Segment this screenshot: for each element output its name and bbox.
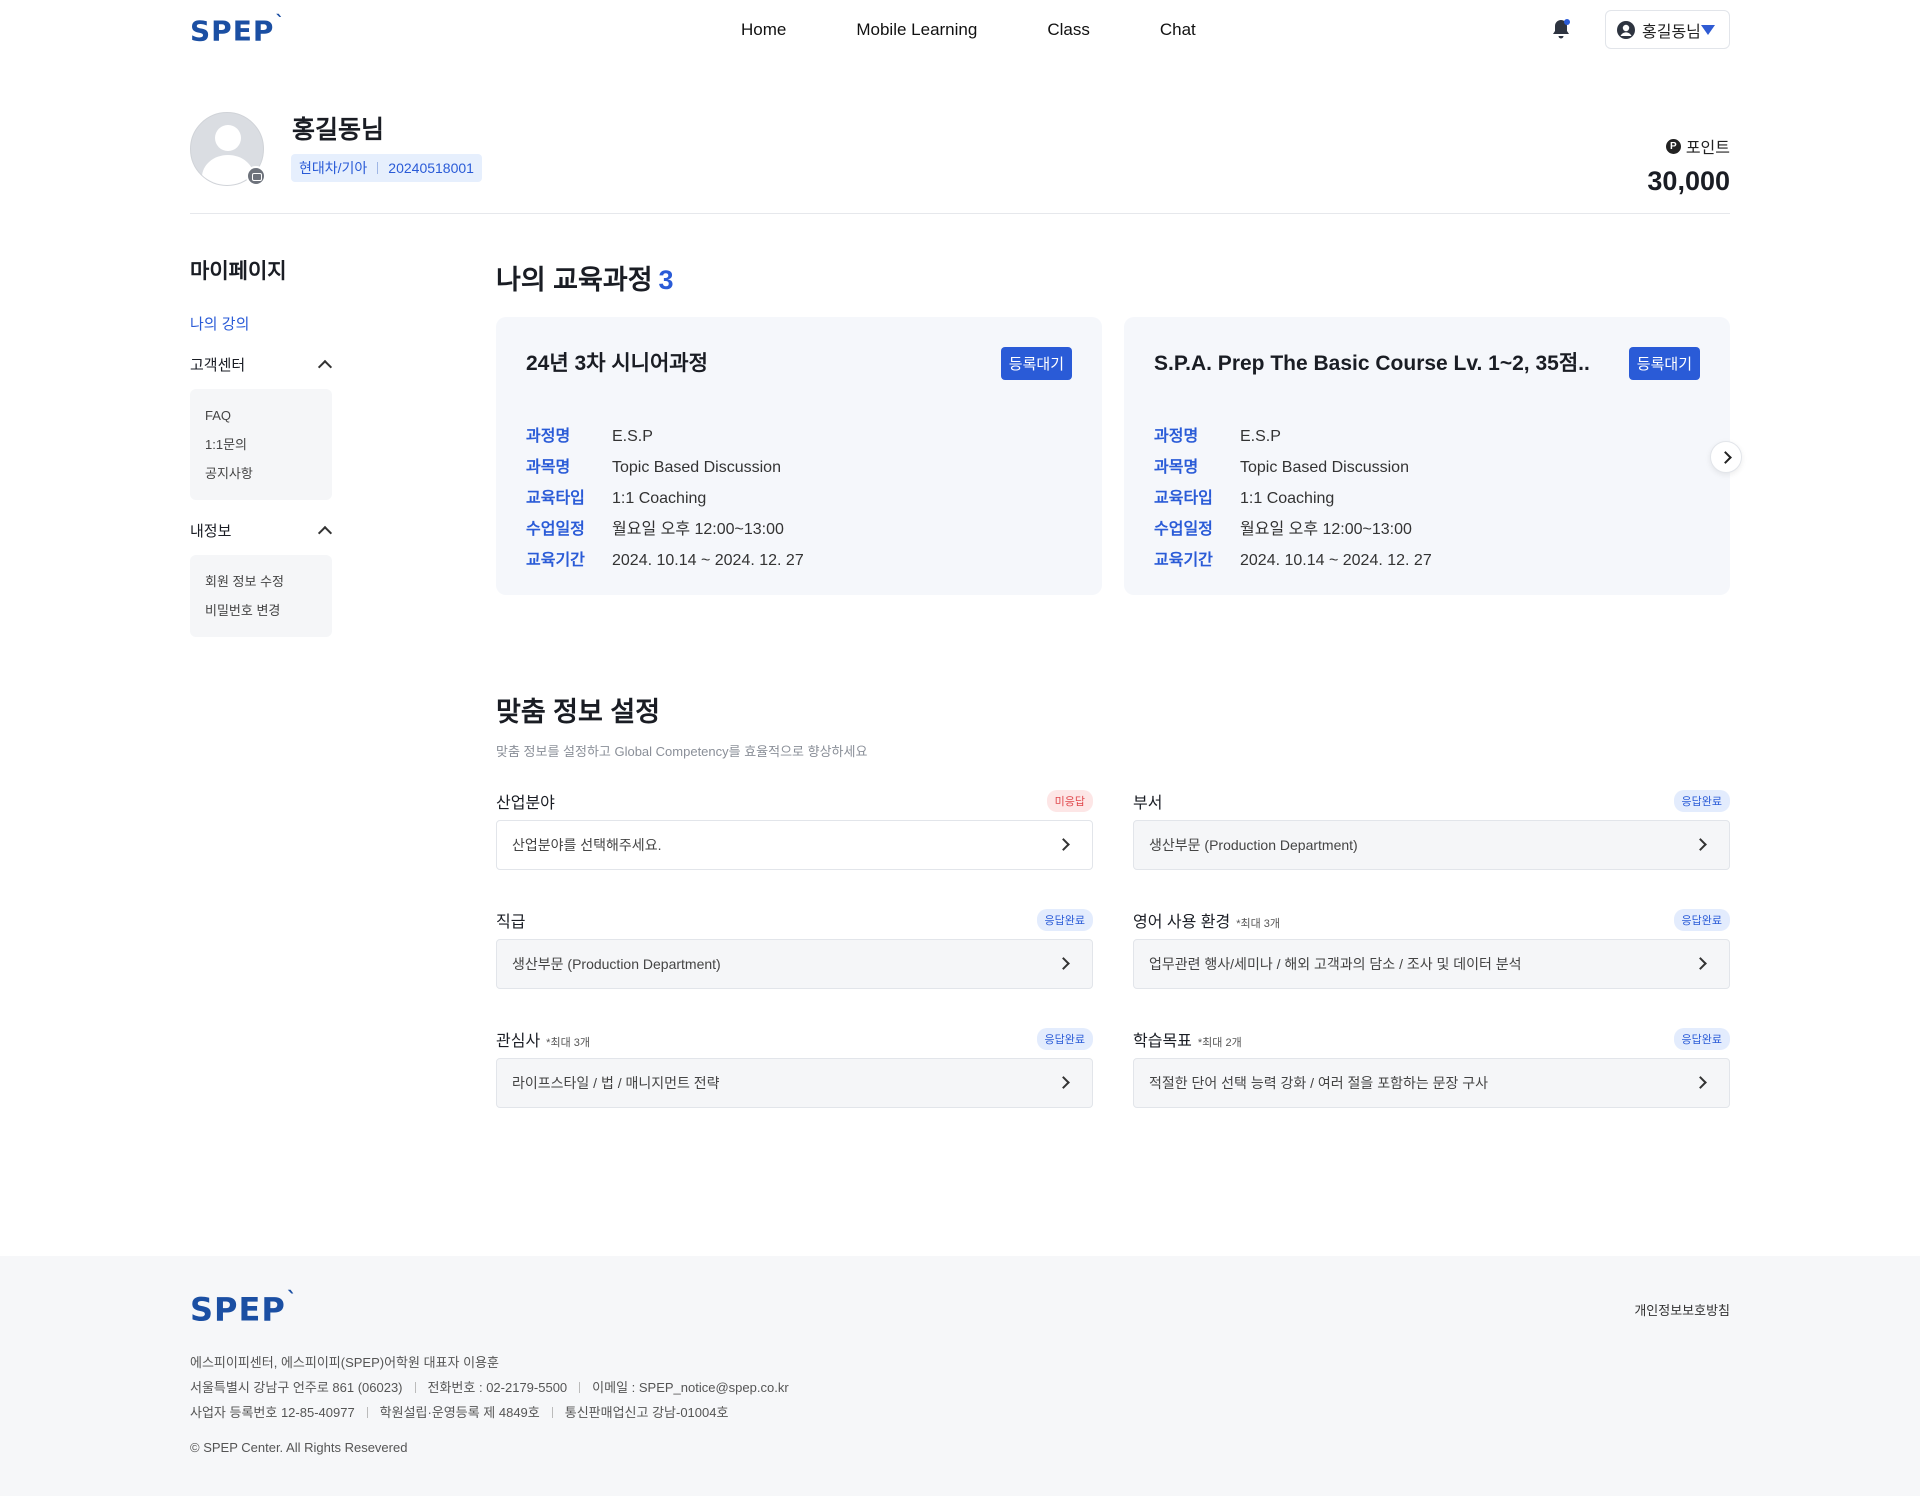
courses-title: 나의 교육과정 3 <box>496 265 674 295</box>
privacy-policy-link[interactable]: 개인정보보호방침 <box>1634 1300 1730 1319</box>
chevron-right-icon <box>1694 957 1707 970</box>
header: SPEP` Home Mobile Learning Class Chat 홍길… <box>0 0 1920 60</box>
status-badge: 응답완료 <box>1036 1028 1093 1050</box>
position-select[interactable]: 생산부문 (Production Department) <box>496 939 1093 989</box>
status-badge: 응답완료 <box>1673 1028 1730 1050</box>
pref-field-english-env: 영어 사용 환경 *최대 3개 응답완료 업무관련 행사/세미나 / 해외 고객과의… <box>1133 909 1730 989</box>
pref-field-industry: 산업분야 미응답 산업분야를 선택해주세요. <box>496 790 1093 870</box>
chevron-right-icon <box>1057 838 1070 851</box>
sidebar-item-edit-profile[interactable]: 회원 정보 수정 <box>205 567 317 596</box>
interests-select[interactable]: 라이프스타일 / 법 / 매니지먼트 전략 <box>496 1058 1093 1108</box>
courses-section: 나의 교육과정 3 24년 3차 시니어과정 등록대기 과정명 E.S.P 과목명 T… <box>496 258 1730 597</box>
main-nav: Home Mobile Learning Class Chat <box>741 20 1266 40</box>
caret-down-icon <box>1701 25 1715 35</box>
english-env-select[interactable]: 업무관련 행사/세미나 / 해외 고객과의 담소 / 조사 및 데이터 분석 <box>1133 939 1730 989</box>
sidebar-group-myinfo: 내정보 회원 정보 수정 비밀번호 변경 <box>190 520 335 637</box>
sidebar-group-support: 고객센터 FAQ 1:1문의 공지사항 <box>190 354 335 500</box>
profile-tag: 현대차/기아 20240518001 <box>291 154 482 182</box>
nav-mobile-learning[interactable]: Mobile Learning <box>856 20 977 40</box>
preferences-section: 맞춤 정보 설정 맞춤 정보를 설정하고 Global Competency를 … <box>496 690 1730 1108</box>
pref-field-department: 부서 응답완료 생산부문 (Production Department) <box>1133 790 1730 870</box>
courses-count: 3 <box>658 265 674 295</box>
sidebar-title: 마이페이지 <box>190 260 287 283</box>
user-icon <box>1617 20 1635 39</box>
points-icon: P <box>1665 138 1681 154</box>
profile-name: 홍길동님 <box>292 116 385 144</box>
sidebar-item-inquiry[interactable]: 1:1문의 <box>205 430 317 459</box>
status-badge: 응답완료 <box>1036 909 1093 931</box>
status-badge: 등록대기 <box>1000 347 1072 380</box>
camera-icon[interactable] <box>246 166 266 186</box>
preferences-subtitle: 맞춤 정보를 설정하고 Global Competency를 효율적으로 향상하… <box>496 744 868 759</box>
nav-chat[interactable]: Chat <box>1160 20 1196 40</box>
goals-select[interactable]: 적절한 단어 선택 능력 강화 / 여러 절을 포함하는 문장 구사 <box>1133 1058 1730 1108</box>
footer: SPEP` 개인정보보호방침 에스피이피센터, 에스피이피(SPEP)어학원 대… <box>0 1256 1920 1496</box>
points-box: P 포인트 30,000 <box>1647 134 1730 197</box>
status-badge: 등록대기 <box>1628 347 1700 380</box>
profile-company: 현대차/기아 <box>299 160 368 176</box>
chevron-right-icon <box>1057 957 1070 970</box>
chevron-right-icon <box>1694 838 1707 851</box>
course-title: S.P.A. Prep The Basic Course Lv. 1~2, 35… <box>1154 352 1590 375</box>
pref-field-interests: 관심사 *최대 3개 응답완료 라이프스타일 / 법 / 매니지먼트 전략 <box>496 1028 1093 1108</box>
status-badge: 미응답 <box>1046 790 1093 812</box>
chevron-right-icon <box>1694 1076 1707 1089</box>
sidebar-group-support-toggle[interactable]: 고객센터 <box>190 354 333 375</box>
department-select[interactable]: 생산부문 (Production Department) <box>1133 820 1730 870</box>
chevron-up-icon <box>317 359 333 375</box>
user-name: 홍길동님 <box>1642 23 1701 41</box>
nav-class[interactable]: Class <box>1047 20 1090 40</box>
sidebar-item-notice[interactable]: 공지사항 <box>205 459 317 488</box>
points-label: 포인트 <box>1685 140 1730 157</box>
industry-select[interactable]: 산업분야를 선택해주세요. <box>496 820 1093 870</box>
chevron-right-icon <box>1057 1076 1070 1089</box>
user-menu[interactable]: 홍길동님 <box>1605 10 1730 49</box>
nav-home[interactable]: Home <box>741 20 786 40</box>
course-title: 24년 3차 시니어과정 <box>526 352 708 375</box>
pref-field-position: 직급 응답완료 생산부문 (Production Department) <box>496 909 1093 989</box>
course-card[interactable]: S.P.A. Prep The Basic Course Lv. 1~2, 35… <box>1124 317 1730 595</box>
copyright: © SPEP Center. All Rights Resevered <box>190 1440 408 1455</box>
sidebar-item-my-lectures[interactable]: 나의 강의 <box>190 313 335 334</box>
pref-field-goals: 학습목표 *최대 2개 응답완료 적절한 단어 선택 능력 강화 / 여러 절을 포… <box>1133 1028 1730 1108</box>
logo[interactable]: SPEP` <box>190 12 285 47</box>
status-badge: 응답완료 <box>1673 790 1730 812</box>
chevron-up-icon <box>317 525 333 541</box>
preferences-title: 맞춤 정보 설정 <box>496 697 661 727</box>
status-badge: 응답완료 <box>1673 909 1730 931</box>
course-card[interactable]: 24년 3차 시니어과정 등록대기 과정명 E.S.P 과목명 Topic Base… <box>496 317 1102 595</box>
profile-member-id: 20240518001 <box>388 160 474 176</box>
carousel-next-button[interactable] <box>1710 441 1742 473</box>
sidebar-item-faq[interactable]: FAQ <box>205 401 317 430</box>
footer-info: 에스피이피센터, 에스피이피(SPEP)어학원 대표자 이용훈 서울특별시 강남… <box>190 1355 789 1420</box>
sidebar-group-myinfo-toggle[interactable]: 내정보 <box>190 520 333 541</box>
bell-icon[interactable] <box>1549 17 1573 41</box>
footer-logo[interactable]: SPEP` <box>190 1287 298 1329</box>
points-value: 30,000 <box>1647 166 1730 196</box>
profile-section: 홍길동님 현대차/기아 20240518001 P 포인트 30,000 <box>190 110 1730 214</box>
sidebar-item-change-password[interactable]: 비밀번호 변경 <box>205 596 317 625</box>
sidebar: 마이페이지 나의 강의 고객센터 FAQ 1:1문의 공지사항 내정보 회원 정… <box>190 255 335 637</box>
